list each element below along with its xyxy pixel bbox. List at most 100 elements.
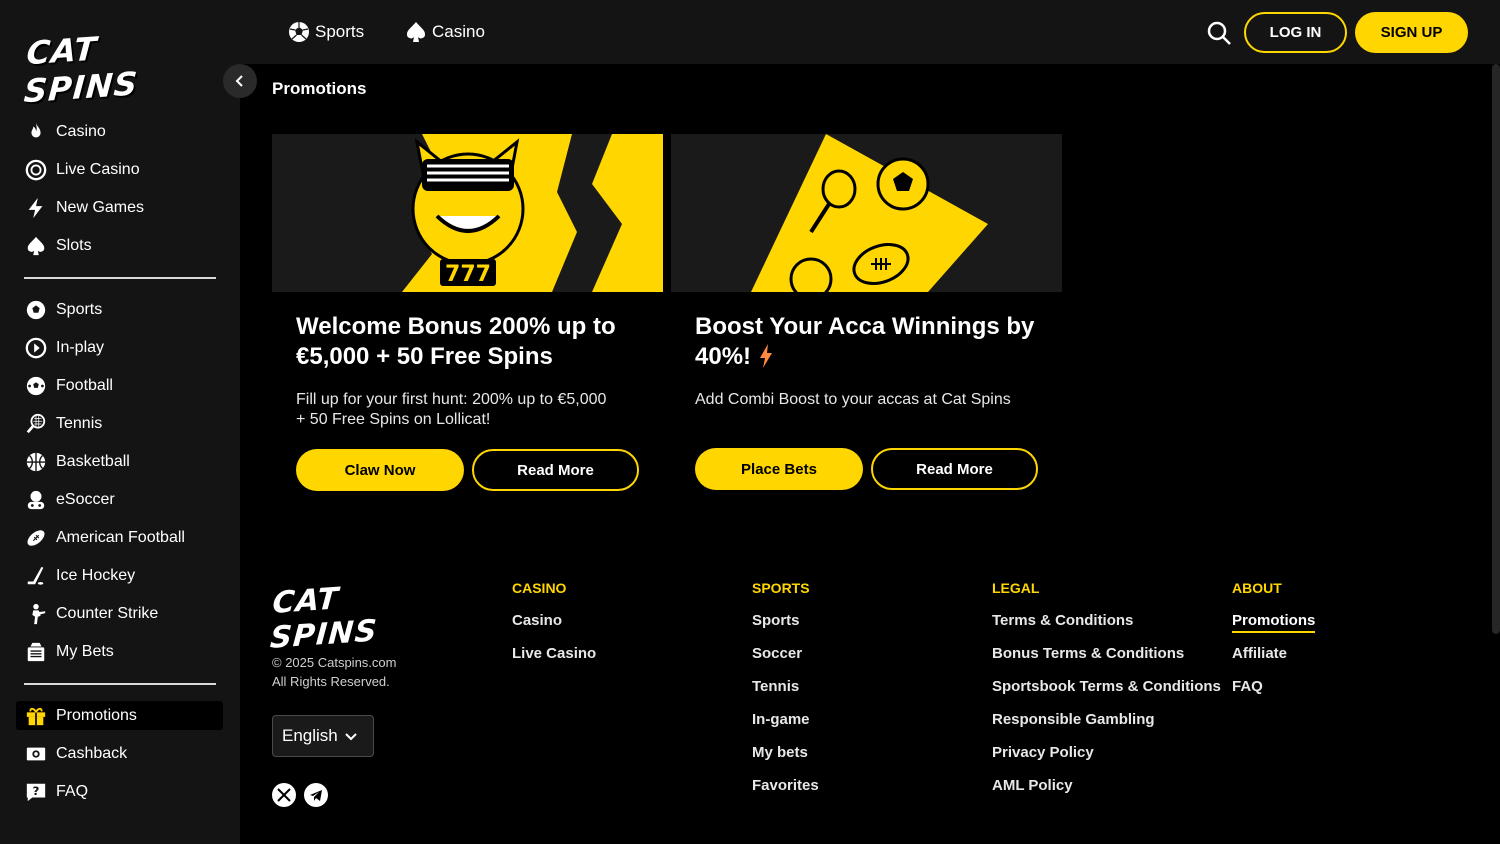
footer-link[interactable]: Privacy Policy [992, 743, 1221, 776]
footer-col-about: ABOUT Promotions Affiliate FAQ [1232, 580, 1316, 710]
footer-link[interactable]: Terms & Conditions [992, 611, 1221, 644]
language-value: English [282, 726, 338, 745]
sidebar-item-label: Tennis [56, 415, 103, 432]
copyright-line: © 2025 Catspins.com [272, 655, 397, 670]
sidebar-item-american-football[interactable]: American Football [24, 523, 185, 553]
footer-link[interactable]: Live Casino [512, 644, 596, 677]
telegram-social-link[interactable] [304, 783, 328, 807]
footer-link[interactable]: AML Policy [992, 776, 1221, 809]
logo[interactable]: CAT SPINS [23, 28, 208, 111]
top-link-sports[interactable]: Sports [287, 18, 364, 46]
page-title: Promotions [272, 79, 367, 98]
sidebar-item-cashback[interactable]: Cashback [24, 739, 127, 769]
sidebar-item-label: Ice Hockey [56, 567, 136, 584]
sidebar-item-label: Slots [56, 237, 92, 254]
footer-col-heading: CASINO [512, 580, 567, 596]
sidebar-item-label: FAQ [56, 783, 89, 800]
sidebar-item-label: In-play [56, 339, 105, 356]
read-more-button[interactable]: Read More [871, 448, 1038, 490]
footer-link-active[interactable]: Promotions [1232, 611, 1316, 644]
footer-link[interactable]: In-game [752, 710, 819, 743]
sidebar: CAT SPINS Casino Live Casino New Games S… [0, 0, 240, 844]
footer-link[interactable]: Affiliate [1232, 644, 1315, 677]
footer-logo[interactable]: CAT SPINS [269, 580, 442, 655]
sports-balls-illustration [671, 134, 1062, 292]
sidebar-divider [24, 277, 216, 279]
sidebar-item-casino[interactable]: Casino [24, 117, 106, 147]
footer-link[interactable]: FAQ [1232, 677, 1315, 710]
sidebar-item-my-bets[interactable]: My Bets [24, 637, 114, 667]
footer-col-heading: LEGAL [992, 580, 1040, 596]
sidebar-item-label: Sports [56, 301, 103, 318]
sidebar-item-basketball[interactable]: Basketball [24, 447, 130, 477]
question-icon: ? [24, 780, 48, 804]
footer-link[interactable]: Sports [752, 611, 819, 644]
promo-card-acca: Boost Your Acca Winnings by 40%! Add Com… [671, 134, 1062, 504]
lightning-icon [24, 196, 48, 220]
topbar: Sports Casino LOG IN SIGN UP [240, 0, 1500, 64]
promo-title: Boost Your Acca Winnings by 40%! [695, 312, 1045, 372]
spade-icon [24, 234, 48, 258]
sidebar-item-counter-strike[interactable]: Counter Strike [24, 599, 158, 629]
x-icon [277, 788, 291, 802]
promo-banner-welcome: 777 [272, 134, 663, 292]
promo-description: Add Combi Boost to your accas at Cat Spi… [695, 391, 1011, 408]
read-more-button[interactable]: Read More [472, 449, 639, 491]
american-football-icon [24, 526, 48, 550]
cash-icon [24, 742, 48, 766]
login-button[interactable]: LOG IN [1244, 12, 1347, 53]
sidebar-item-new-games[interactable]: New Games [24, 193, 144, 223]
gift-icon [24, 704, 48, 728]
promo-banner-acca [671, 134, 1062, 292]
flame-icon [24, 120, 48, 144]
footer-link[interactable]: Soccer [752, 644, 819, 677]
chevron-down-icon [345, 733, 357, 741]
footer-link[interactable]: Favorites [752, 776, 819, 809]
sidebar-item-esoccer[interactable]: eSoccer [24, 485, 115, 515]
sidebar-item-live-casino[interactable]: Live Casino [24, 155, 140, 185]
promo-title: Welcome Bonus 200% up to €5,000 + 50 Fre… [296, 313, 616, 370]
language-select[interactable]: English [272, 715, 374, 757]
sidebar-item-sports[interactable]: Sports [24, 295, 102, 325]
search-button[interactable] [1206, 20, 1232, 46]
place-bets-button[interactable]: Place Bets [695, 448, 863, 490]
footer-link[interactable]: Sportsbook Terms & Conditions [992, 677, 1221, 710]
collapse-sidebar-button[interactable] [223, 64, 257, 98]
footer-link[interactable]: Bonus Terms & Conditions [992, 644, 1221, 677]
sidebar-item-tennis[interactable]: Tennis [24, 409, 102, 439]
footer-link[interactable]: Responsible Gambling [992, 710, 1221, 743]
footer-link[interactable]: Tennis [752, 677, 819, 710]
sidebar-item-faq[interactable]: ? FAQ [24, 777, 88, 807]
footer-col-sports: SPORTS Sports Soccer Tennis In-game My b… [752, 580, 819, 809]
footer-col-heading: ABOUT [1232, 580, 1282, 596]
sidebar-item-in-play[interactable]: In-play [24, 333, 104, 363]
footer-link[interactable]: My bets [752, 743, 819, 776]
sidebar-item-promotions[interactable]: Promotions [24, 701, 137, 731]
soccer-ball-icon [24, 298, 48, 322]
sidebar-item-label: eSoccer [56, 491, 115, 508]
soccer-ball-icon [289, 22, 309, 42]
chip-icon [24, 158, 48, 182]
banner-777-text: 777 [445, 262, 491, 287]
gamepad-icon [24, 488, 48, 512]
search-icon [1207, 21, 1231, 45]
top-link-casino[interactable]: Casino [404, 18, 485, 46]
hockey-stick-icon [24, 564, 48, 588]
sidebar-item-label: My Bets [56, 643, 114, 660]
promo-title-text: Boost Your Acca Winnings by 40%! [695, 313, 1035, 370]
sidebar-item-label: Promotions [56, 707, 137, 724]
sidebar-item-label: Live Casino [56, 161, 140, 178]
footer-col-legal: LEGAL Terms & Conditions Bonus Terms & C… [992, 580, 1221, 809]
x-social-link[interactable] [272, 783, 296, 807]
top-link-label: Casino [432, 22, 485, 41]
sidebar-item-label: Casino [56, 123, 106, 140]
footer-logo-text: CAT SPINS [268, 581, 379, 656]
sidebar-item-football[interactable]: Football [24, 371, 113, 401]
sidebar-item-ice-hockey[interactable]: Ice Hockey [24, 561, 135, 591]
scrollbar[interactable] [1492, 64, 1500, 634]
sidebar-item-slots[interactable]: Slots [24, 231, 92, 261]
signup-button[interactable]: SIGN UP [1355, 12, 1468, 53]
footer-link[interactable]: Casino [512, 611, 596, 644]
svg-text:?: ? [33, 784, 40, 798]
claw-now-button[interactable]: Claw Now [296, 449, 464, 491]
